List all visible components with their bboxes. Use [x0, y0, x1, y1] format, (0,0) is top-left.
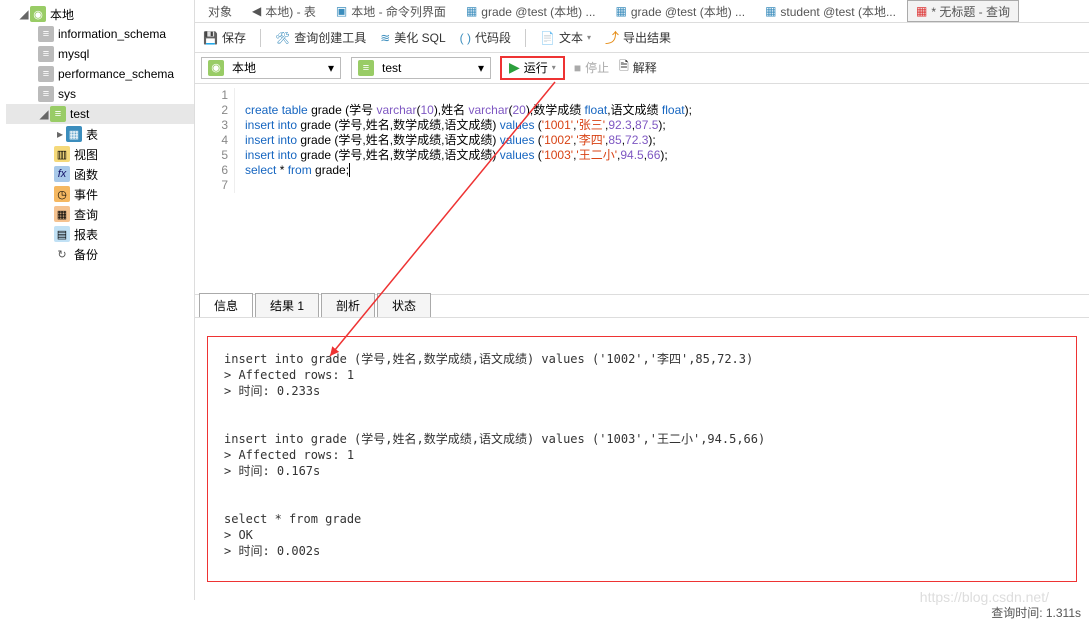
view-icon: ▥ [54, 146, 70, 162]
tree-db-item[interactable]: ≡performance_schema [6, 64, 194, 84]
beautify-icon: ≋ [380, 31, 390, 45]
cli-icon: ▣ [336, 4, 347, 18]
explain-icon: 🗎 [619, 57, 629, 78]
db-tree[interactable]: ◢ ◉ 本地 ≡information_schema ≡mysql ≡perfo… [0, 0, 195, 600]
tab-grade2[interactable]: ▦grade @test (本地) ... [607, 0, 755, 22]
report-icon: ▤ [54, 226, 70, 242]
database-icon: ≡ [38, 26, 54, 42]
explain-button[interactable]: 🗎解释 [619, 57, 657, 78]
text-button[interactable]: 📄文本▾ [540, 29, 591, 46]
connection-select[interactable]: ◉本地 ▾ [201, 57, 341, 79]
text-icon: 📄 [540, 31, 555, 45]
save-icon: 💾 [203, 31, 218, 45]
expand-icon: ◢ [18, 7, 30, 21]
query-icon: ▦ [54, 206, 70, 222]
chevron-down-icon: ▾ [478, 61, 484, 75]
backup-icon: ↻ [54, 246, 70, 262]
snippet-icon: ( ) [460, 31, 471, 45]
tree-conn-label: 本地 [50, 6, 74, 23]
table-icon: ▦ [66, 126, 82, 142]
toolbar-run: ◉本地 ▾ ≡test ▾ ▶ 运行 ▾ ■停止 🗎解释 [195, 53, 1089, 84]
tab-grade1[interactable]: ▦grade @test (本地) ... [457, 0, 605, 22]
query-builder-button[interactable]: 🛠查询创建工具 [275, 29, 366, 46]
result-tabs: 信息 结果 1 剖析 状态 [195, 294, 1089, 318]
export-icon: ⤴ [605, 28, 619, 48]
editor-tabs: 对象 ◀本地) - 表 ▣本地 - 命令列界面 ▦grade @test (本地… [195, 0, 1089, 23]
sql-code[interactable]: create table grade (学号 varchar(10),姓名 va… [245, 88, 1089, 178]
chevron-down-icon: ▾ [552, 63, 556, 72]
toolbar-main: 💾保存 🛠查询创建工具 ≋美化 SQL ( )代码段 📄文本▾ ⤴导出结果 [195, 23, 1089, 52]
function-icon: fx [54, 166, 70, 182]
table-icon: ▦ [466, 4, 477, 18]
tree-functions[interactable]: fx函数 [6, 164, 194, 184]
tab-cli[interactable]: ▣本地 - 命令列界面 [327, 0, 455, 22]
tree-tables[interactable]: ▸▦表 [6, 124, 194, 144]
builder-icon: 🛠 [275, 31, 290, 45]
tree-reports[interactable]: ▤报表 [6, 224, 194, 244]
result-pane: insert into grade (学号,姓名,数学成绩,语文成绩) valu… [195, 318, 1089, 600]
connection-icon: ◉ [208, 60, 224, 76]
chevron-down-icon: ▾ [587, 33, 591, 42]
snippet-button[interactable]: ( )代码段 [460, 29, 511, 46]
chevron-left-icon: ◀ [252, 4, 261, 18]
tab-status[interactable]: 状态 [377, 293, 431, 317]
sql-editor[interactable]: 1234567 create table grade (学号 varchar(1… [195, 84, 1089, 294]
tab-profile[interactable]: 剖析 [321, 293, 375, 317]
status-bar: 查询时间: 1.311s [991, 604, 1081, 621]
tab-result1[interactable]: 结果 1 [255, 293, 319, 317]
event-icon: ◷ [54, 186, 70, 202]
table-icon: ▦ [616, 4, 627, 18]
tree-backups[interactable]: ↻备份 [6, 244, 194, 264]
stop-icon: ■ [574, 61, 581, 75]
tree-conn[interactable]: ◢ ◉ 本地 [6, 4, 194, 24]
tree-db-active[interactable]: ◢ ≡ test [6, 104, 194, 124]
database-icon: ≡ [38, 66, 54, 82]
database-icon: ≡ [358, 60, 374, 76]
tab-query-untitled[interactable]: ▦* 无标题 - 查询 [907, 0, 1019, 22]
table-icon: ▦ [765, 4, 776, 18]
save-button[interactable]: 💾保存 [203, 29, 246, 46]
run-button[interactable]: ▶ 运行 ▾ [501, 57, 564, 79]
output-text[interactable]: insert into grade (学号,姓名,数学成绩,语文成绩) valu… [207, 336, 1077, 582]
database-select[interactable]: ≡test ▾ [351, 57, 491, 79]
tab-objects[interactable]: 对象 [199, 0, 241, 22]
expand-icon: ◢ [38, 107, 50, 121]
tree-db-item[interactable]: ≡sys [6, 84, 194, 104]
export-button[interactable]: ⤴导出结果 [605, 28, 671, 48]
tab-info[interactable]: 信息 [199, 293, 253, 317]
tree-db-item[interactable]: ≡mysql [6, 44, 194, 64]
modified-icon: ▦ [916, 4, 927, 18]
line-gutter: 1234567 [195, 88, 235, 193]
beautify-button[interactable]: ≋美化 SQL [380, 29, 445, 46]
chevron-down-icon: ▾ [328, 61, 334, 75]
stop-button[interactable]: ■停止 [574, 59, 609, 76]
tab-student[interactable]: ▦student @test (本地... [756, 0, 905, 22]
divider [260, 29, 261, 47]
database-icon: ≡ [38, 46, 54, 62]
tree-queries[interactable]: ▦查询 [6, 204, 194, 224]
tree-db-item[interactable]: ≡information_schema [6, 24, 194, 44]
tab-table[interactable]: ◀本地) - 表 [243, 0, 325, 22]
expand-icon: ▸ [54, 127, 66, 141]
database-icon: ≡ [50, 106, 66, 122]
divider [525, 29, 526, 47]
cursor [349, 163, 350, 177]
play-icon: ▶ [509, 59, 520, 76]
tree-views[interactable]: ▥视图 [6, 144, 194, 164]
connection-icon: ◉ [30, 6, 46, 22]
tree-events[interactable]: ◷事件 [6, 184, 194, 204]
database-icon: ≡ [38, 86, 54, 102]
